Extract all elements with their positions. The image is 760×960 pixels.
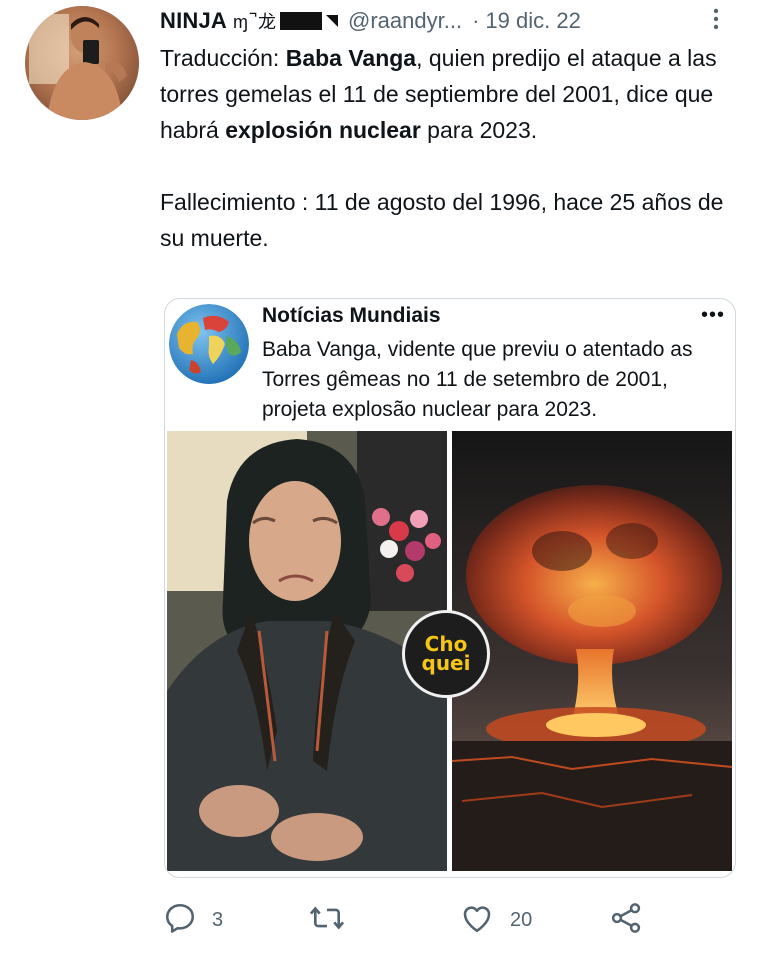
embedded-image-card[interactable]: Notícias Mundiais ••• Baba Vanga, vident… xyxy=(164,298,736,878)
author-name-glyphs: ɱ ̚ 龙 xyxy=(233,12,277,32)
tweet-paragraph-2: Fallecimiento : 11 de agosto del 1996, h… xyxy=(160,189,724,251)
tweet-text: Traducción: Baba Vanga, quien predijo el… xyxy=(160,40,735,256)
like-icon xyxy=(458,900,496,941)
retweet-icon xyxy=(308,900,346,941)
author-handle[interactable]: @raandyr... xyxy=(348,8,462,34)
globe-avatar xyxy=(169,304,249,384)
retweet-button[interactable] xyxy=(308,898,346,942)
share-icon xyxy=(608,900,644,941)
like-button[interactable]: 20 xyxy=(458,898,532,942)
photo-nuclear-explosion xyxy=(452,431,732,871)
reply-icon xyxy=(162,900,198,941)
redacted-block xyxy=(280,12,323,30)
author-name[interactable]: NINJA xyxy=(160,8,227,34)
more-vertical-icon[interactable] xyxy=(706,4,726,38)
tweet-paragraph-1: Traducción: Baba Vanga, quien predijo el… xyxy=(160,40,735,148)
header-separator: · xyxy=(472,8,480,33)
text-fragment: Traducción: xyxy=(160,45,286,71)
share-button[interactable] xyxy=(608,898,644,942)
quoted-account-name: Notícias Mundiais xyxy=(262,304,441,327)
text-fragment: para 2023. xyxy=(420,117,538,143)
logo-text: quei xyxy=(421,651,471,675)
flag-triangle-icon xyxy=(326,15,339,27)
reply-count: 3 xyxy=(212,908,224,931)
reply-button[interactable]: 3 xyxy=(162,898,223,942)
tweet-header: NINJA ɱ ̚ 龙 @raandyr... · 19 dic. 22 xyxy=(160,4,740,38)
like-count: 20 xyxy=(510,908,533,931)
tweet-actions: 3 20 xyxy=(162,898,722,942)
choquei-logo: Cho quei xyxy=(402,610,490,698)
bold-phrase: explosión nuclear xyxy=(225,117,421,143)
quoted-text: Baba Vanga, vidente que previu o atentad… xyxy=(262,338,693,421)
bold-name: Baba Vanga xyxy=(285,45,417,71)
author-avatar[interactable] xyxy=(25,6,139,120)
tweet-date[interactable]: 19 dic. 22 xyxy=(485,8,580,34)
more-horizontal-icon: ••• xyxy=(700,304,725,326)
